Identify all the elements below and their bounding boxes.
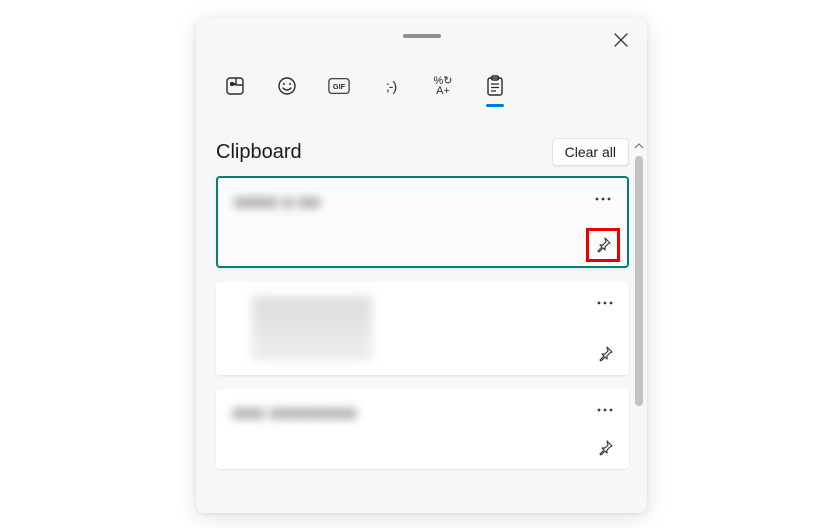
clipboard-item[interactable]: ■■■ ■■■■■■■■	[216, 389, 629, 469]
clipboard-items: ■■■■ ■ ■■	[216, 176, 629, 469]
emoji-clipboard-panel: GIF ;-) %↻A+ Clipboard Clear all ■■■■ ■ …	[196, 18, 647, 513]
clipboard-body: Clipboard Clear all ■■■■ ■ ■■	[196, 138, 647, 513]
close-button[interactable]	[609, 28, 633, 52]
item-preview-text: ■■■■ ■ ■■	[234, 192, 611, 213]
item-pin-button[interactable]	[590, 339, 620, 369]
kaomoji-icon: ;-)	[386, 78, 396, 94]
more-icon	[597, 301, 613, 305]
clipboard-item[interactable]	[216, 282, 629, 375]
scrollbar-thumb[interactable]	[635, 156, 643, 406]
item-pin-button[interactable]	[590, 433, 620, 463]
gif-icon: GIF	[328, 77, 350, 95]
pin-icon	[595, 237, 611, 253]
item-actions	[585, 184, 621, 260]
tab-kaomoji[interactable]: ;-)	[380, 73, 402, 99]
item-more-button[interactable]	[590, 395, 620, 425]
emoji-icon	[277, 76, 297, 96]
close-icon	[614, 33, 628, 47]
tab-stickers[interactable]	[224, 73, 246, 99]
symbols-icon: %↻A+	[434, 76, 453, 96]
item-preview-image	[252, 296, 372, 361]
section-title: Clipboard	[216, 141, 302, 164]
section-header: Clipboard Clear all	[216, 138, 629, 166]
tab-clipboard[interactable]	[484, 73, 506, 99]
svg-text:GIF: GIF	[333, 82, 346, 91]
item-actions	[587, 288, 623, 369]
chevron-up-icon	[634, 143, 644, 149]
item-more-button[interactable]	[588, 184, 618, 214]
scrollbar[interactable]	[635, 156, 643, 506]
item-more-button[interactable]	[590, 288, 620, 318]
tab-gif[interactable]: GIF	[328, 73, 350, 99]
tab-emoji[interactable]	[276, 73, 298, 99]
item-actions	[587, 395, 623, 463]
scroll-up-arrow[interactable]	[633, 140, 645, 152]
tab-bar: GIF ;-) %↻A+	[224, 73, 506, 99]
more-icon	[595, 197, 611, 201]
sticker-icon	[225, 76, 245, 96]
clipboard-icon	[486, 75, 504, 97]
clipboard-item[interactable]: ■■■■ ■ ■■	[216, 176, 629, 268]
pin-icon	[597, 346, 613, 362]
drag-handle[interactable]	[403, 34, 441, 38]
tab-symbols[interactable]: %↻A+	[432, 73, 454, 99]
item-preview-text: ■■■ ■■■■■■■■	[232, 403, 613, 424]
item-pin-button[interactable]	[588, 230, 618, 260]
more-icon	[597, 408, 613, 412]
clear-all-button[interactable]: Clear all	[552, 138, 629, 166]
pin-icon	[597, 440, 613, 456]
